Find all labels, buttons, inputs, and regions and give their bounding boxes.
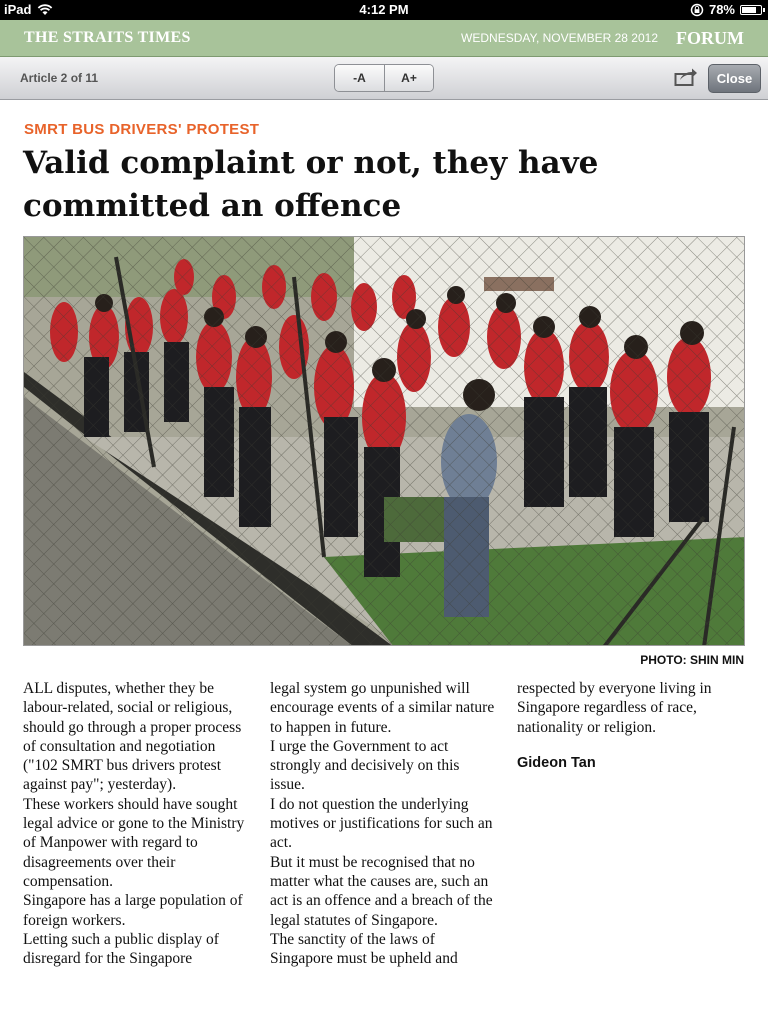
decrease-font-button[interactable]: -A <box>335 65 384 91</box>
close-button[interactable]: Close <box>708 64 761 93</box>
article-counter: Article 2 of 11 <box>20 71 99 85</box>
paragraph: ALL disputes, whether they be labour-rel… <box>23 680 242 794</box>
article-column-2: legal system go unpunished will encourag… <box>270 679 498 968</box>
status-time: 4:12 PM <box>359 2 409 17</box>
article-toolbar: Article 2 of 11 -A A+ <box>0 57 768 100</box>
increase-font-button[interactable]: A+ <box>384 65 433 91</box>
paragraph: Letting such a public display of disrega… <box>23 930 219 968</box>
paragraph: These workers should have sought legal a… <box>23 795 245 890</box>
paragraph: The sanctity of the laws of Singapore mu… <box>270 930 458 968</box>
article-author: Gideon Tan <box>517 754 596 771</box>
edition-date: WEDNESDAY, NOVEMBER 28 2012 <box>461 31 658 45</box>
status-bar: iPad 4:12 PM 78% <box>0 0 768 20</box>
paragraph: I do not question the underlying motives… <box>270 795 493 852</box>
article-headline: Valid complaint or not, they have commit… <box>23 145 599 224</box>
article-column-3: respected by everyone living in Singapor… <box>517 679 745 773</box>
article-photo <box>23 236 745 646</box>
paragraph: legal system go unpunished will encourag… <box>270 680 495 736</box>
paragraph: I urge the Government to act strongly an… <box>270 737 460 794</box>
font-size-control: -A A+ <box>334 64 434 92</box>
section-name: FORUM <box>676 28 744 48</box>
battery-percent: 78% <box>708 2 735 17</box>
photo-credit: PHOTO: SHIN MIN <box>640 653 744 667</box>
brand-logo: THE STRAITS TIMES <box>24 29 191 46</box>
paragraph: But it must be recognised that no matter… <box>270 853 493 929</box>
battery-icon <box>740 4 765 15</box>
masthead: THE STRAITS TIMES WEDNESDAY, NOVEMBER 28… <box>0 20 768 57</box>
paragraph: respected by everyone living in Singapor… <box>517 680 712 736</box>
article-column-1: ALL disputes, whether they be labour-rel… <box>23 679 251 968</box>
share-icon[interactable] <box>674 67 698 87</box>
protest-photo-illustration <box>24 237 744 645</box>
rotation-lock-icon <box>690 3 704 16</box>
paragraph: Singapore has a large population of fore… <box>23 892 243 929</box>
article-kicker: SMRT BUS DRIVERS' PROTEST <box>24 121 260 138</box>
